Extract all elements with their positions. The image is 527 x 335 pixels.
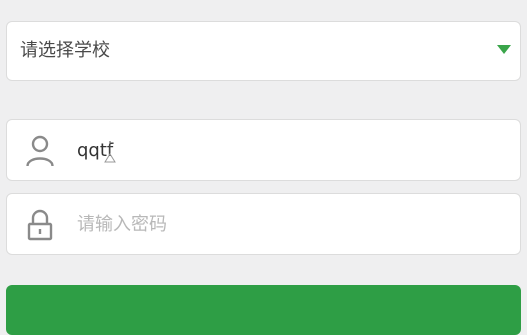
username-input[interactable] xyxy=(77,120,497,180)
text-cursor-icon xyxy=(104,141,116,163)
lock-icon xyxy=(25,209,55,241)
password-field[interactable] xyxy=(6,193,521,255)
password-input[interactable] xyxy=(77,194,497,254)
triangle-down-icon[interactable] xyxy=(497,45,511,54)
login-button[interactable] xyxy=(6,285,521,335)
school-select-placeholder: 请选择学校 xyxy=(20,40,110,61)
username-field[interactable] xyxy=(6,119,521,181)
user-icon xyxy=(25,135,55,167)
school-select[interactable]: 请选择学校 xyxy=(6,21,521,81)
